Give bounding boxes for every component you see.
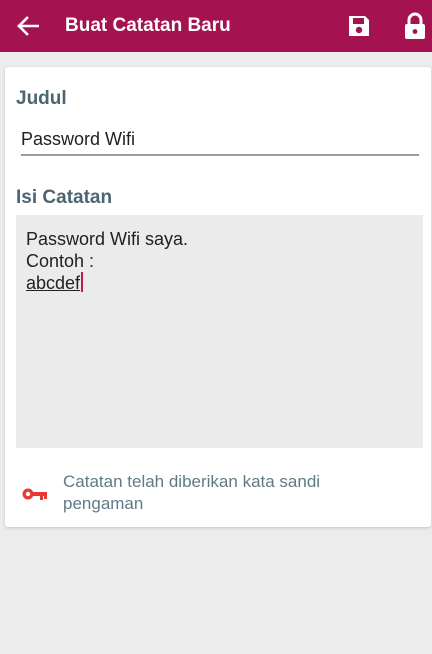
save-icon [349,16,369,36]
notice-text: Catatan telah diberikan kata sandi penga… [63,471,393,515]
page-title: Buat Catatan Baru [65,15,231,36]
arrow-left-icon [17,16,39,36]
content-line-word: abcdef [26,273,81,293]
password-notice: Catatan telah diberikan kata sandi penga… [21,471,421,517]
lock-icon [405,12,425,39]
app-bar: Buat Catatan Baru [0,0,432,52]
content-textarea[interactable]: Password Wifi saya. Contoh : abcdef [16,215,423,448]
title-input[interactable] [21,124,419,156]
lock-button[interactable] [401,11,429,41]
text-cursor [81,272,84,292]
note-card: Judul Isi Catatan Password Wifi saya. Co… [5,67,431,527]
title-label: Judul [16,88,67,109]
key-icon [21,480,49,508]
notice-text-line: pengaman [63,494,144,513]
back-button[interactable] [14,12,42,40]
notice-text-line: Catatan telah diberikan kata sandi [63,472,321,491]
save-button[interactable] [345,12,373,40]
content-line: Password Wifi saya. [26,229,189,249]
content-line: Contoh : [26,251,95,271]
content-line-current: abcdef [26,272,413,294]
content-label: Isi Catatan [16,187,113,208]
